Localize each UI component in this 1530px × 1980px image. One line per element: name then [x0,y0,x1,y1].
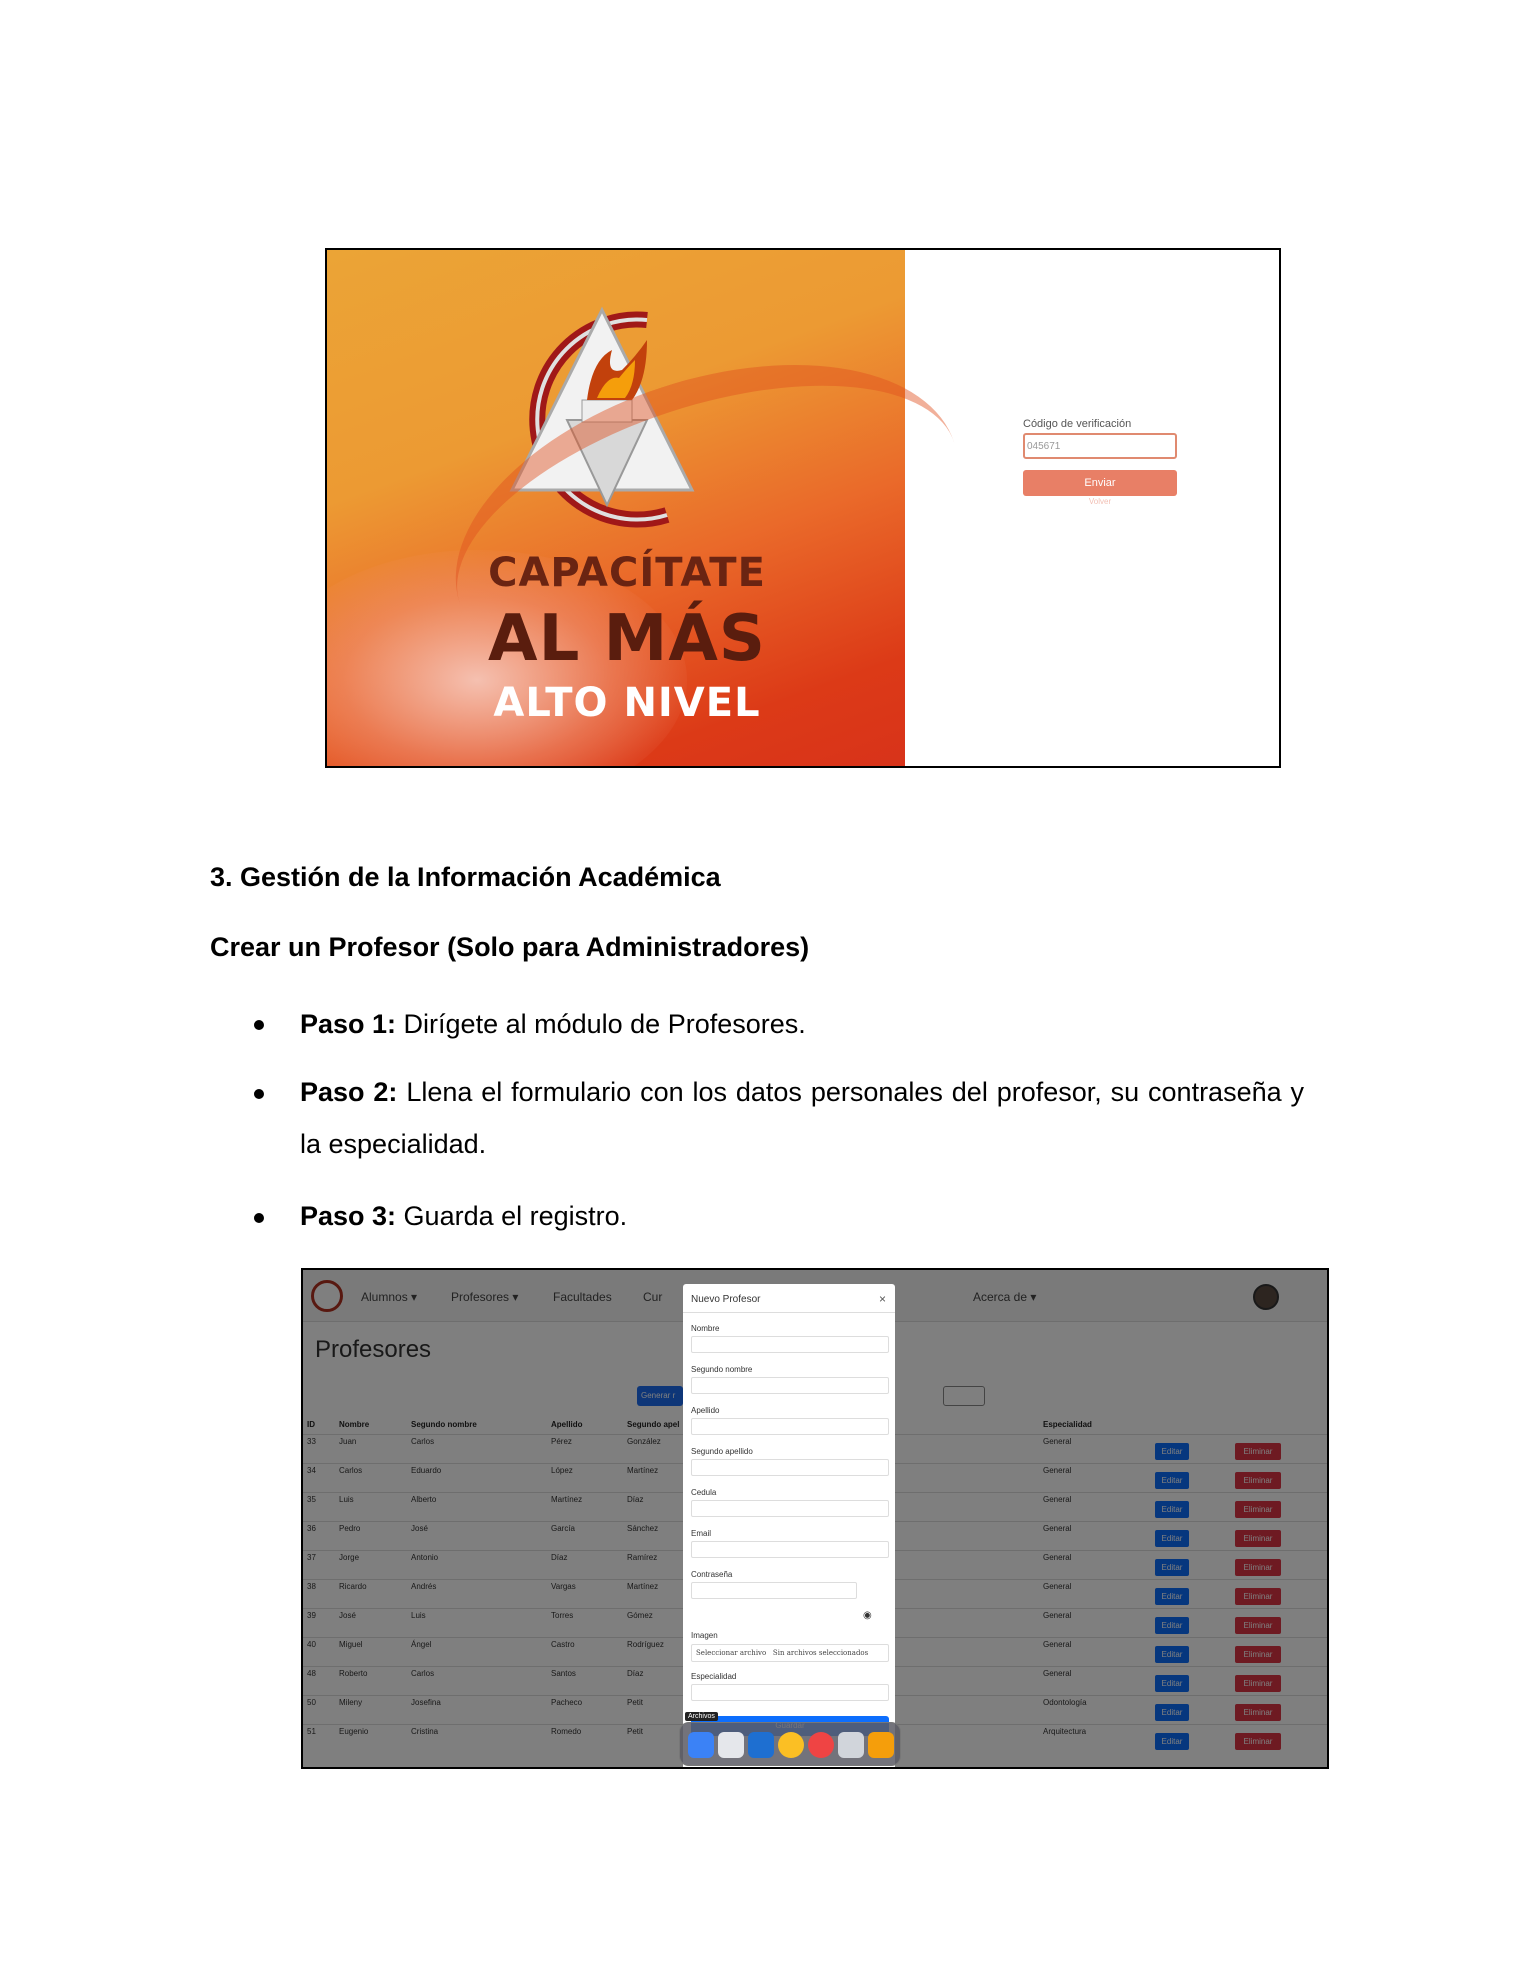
vscode-icon[interactable] [748,1732,774,1758]
field-input[interactable] [691,1418,889,1435]
trash-icon[interactable] [838,1732,864,1758]
field-label: Email [691,1529,712,1538]
subsection-title: Crear un Profesor (Solo para Administrad… [210,932,810,962]
specialty-label: Especialidad [691,1672,737,1681]
code-input[interactable]: 045671 [1023,433,1177,459]
field-label: Contraseña [691,1570,733,1579]
macos-dock [679,1722,901,1766]
modal-divider [683,1312,895,1313]
step-label: Paso 2: [300,1077,398,1107]
field-label: Segundo apellido [691,1447,753,1456]
bullet-icon [254,1213,264,1223]
image-label: Imagen [691,1631,718,1640]
field-label: Nombre [691,1324,720,1333]
step-text: Dirígete al módulo de Profesores. [396,1009,806,1039]
close-icon[interactable]: × [879,1292,886,1306]
field-input[interactable] [691,1377,889,1394]
specialty-input[interactable] [691,1684,889,1701]
eye-slash-icon[interactable]: ◉ [863,1610,872,1621]
step-text: Guarda el registro. [396,1201,628,1231]
brand-line-2: AL MÁS [488,602,766,676]
step-label: Paso 3: [300,1201,397,1231]
modal-title: Nuevo Profesor [691,1294,761,1305]
brand-line-3: ALTO NIVEL [493,680,761,726]
file-button[interactable]: Seleccionar archivo [696,1649,766,1657]
media-player-icon[interactable] [808,1732,834,1758]
step-2: Paso 2: Llena el formulario con los dato… [300,1066,1304,1170]
field-label: Cedula [691,1488,717,1497]
step-label: Paso 1: [300,1009,397,1039]
login-screenshot: CAPACÍTATE AL MÁS ALTO NIVEL Código de v… [325,248,1281,768]
chrome-icon[interactable] [778,1732,804,1758]
step-1: Paso 1: Dirígete al módulo de Profesores… [300,998,1304,1050]
new-professor-modal: Nuevo Profesor × Nombre Segundo nombre Ape… [683,1284,895,1767]
launchpad-icon[interactable] [868,1732,894,1758]
bullet-icon [254,1089,264,1099]
step-3: Paso 3: Guarda el registro. [300,1190,1304,1242]
file-status: Sin archivos seleccionados [772,1649,869,1657]
field-input[interactable] [691,1541,889,1558]
archivos-tooltip: Archivos [685,1712,718,1721]
field-input[interactable] [691,1500,889,1517]
code-label: Código de verificación [1023,418,1132,430]
notes-icon[interactable] [718,1732,744,1758]
image-file-input[interactable]: Seleccionar archivo Sin archivos selecci… [691,1644,889,1662]
field-label: Apellido [691,1406,720,1415]
university-logo-icon [509,306,695,528]
step-text: Llena el formulario con los datos person… [300,1077,1305,1159]
section-title: 3. Gestión de la Información Académica [210,862,721,892]
professors-screenshot: Alumnos ▾ Profesores ▾ Facultades Cur Ac… [301,1268,1329,1769]
brand-line-1: CAPACÍTATE [488,550,766,596]
brand-panel: CAPACÍTATE AL MÁS ALTO NIVEL [327,250,905,766]
finder-icon[interactable] [688,1732,714,1758]
field-input[interactable] [691,1336,889,1353]
field-label: Segundo nombre [691,1365,753,1374]
bullet-icon [254,1020,264,1030]
send-button[interactable]: Enviar [1023,470,1177,496]
field-input[interactable] [691,1459,889,1476]
field-input[interactable] [691,1582,857,1599]
verification-form: Código de verificación 045671 Enviar Vol… [1023,418,1183,506]
back-link[interactable]: Volver [1023,497,1177,506]
